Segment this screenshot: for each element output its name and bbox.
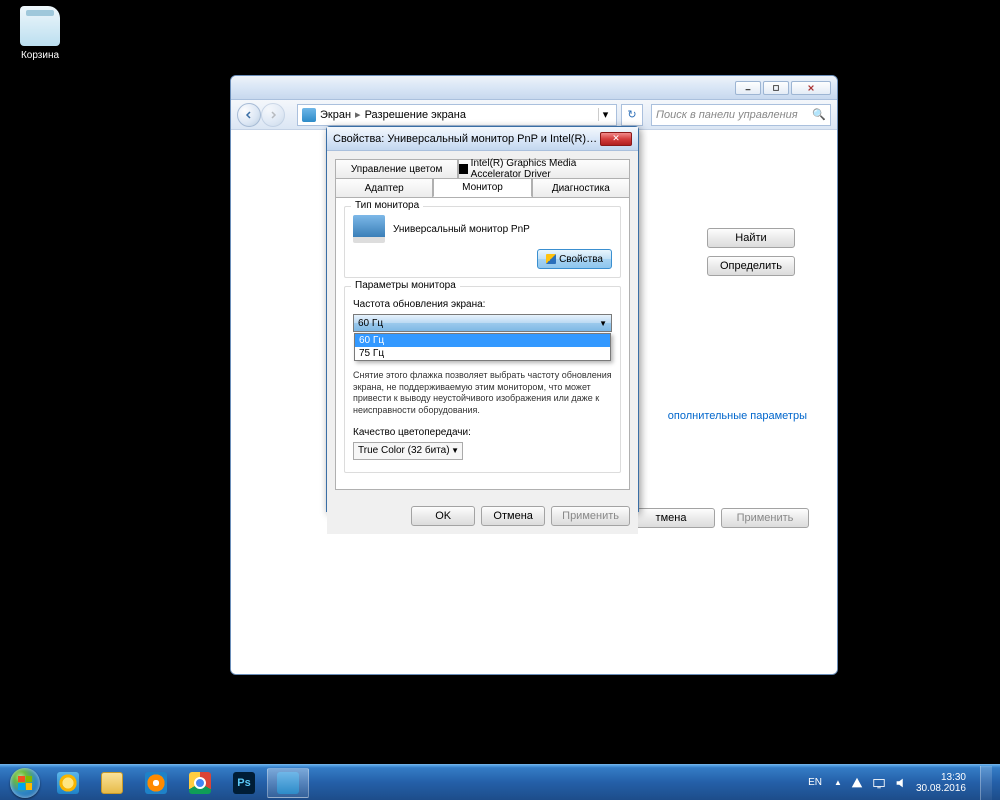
start-orb-icon — [10, 768, 40, 798]
identify-button[interactable]: Определить — [707, 256, 795, 276]
nav-back-button[interactable] — [237, 103, 261, 127]
minimize-button[interactable] — [735, 81, 761, 95]
search-placeholder: Поиск в панели управления — [656, 109, 798, 121]
intel-icon — [459, 164, 467, 174]
monitor-name: Универсальный монитор PnP — [393, 224, 530, 235]
dialog-cancel-button[interactable]: Отмена — [481, 506, 545, 526]
display-icon — [302, 108, 316, 122]
dialog-title: Свойства: Универсальный монитор PnP и In… — [333, 133, 600, 145]
color-quality-dropdown[interactable]: True Color (32 бита) — [353, 442, 463, 460]
outer-cancel-button[interactable]: тмена — [627, 508, 715, 528]
address-dropdown[interactable]: ▾ — [598, 108, 612, 121]
dialog-apply-button[interactable]: Применить — [551, 506, 630, 526]
search-input[interactable]: Поиск в панели управления 🔍 — [651, 104, 831, 126]
tab-color-management[interactable]: Управление цветом — [335, 159, 458, 178]
breadcrumb-separator: ▸ — [355, 108, 361, 121]
monitor-params-group: Параметры монитора Частота обновления эк… — [344, 286, 621, 473]
volume-icon[interactable] — [894, 776, 908, 790]
nav-forward-button[interactable] — [261, 103, 285, 127]
tab-content: Тип монитора Универсальный монитор PnP С… — [335, 197, 630, 490]
taskbar-wmp[interactable] — [135, 768, 177, 798]
folder-icon — [101, 772, 123, 794]
tab-diagnostics[interactable]: Диагностика — [532, 178, 630, 197]
color-quality-label: Качество цветопередачи: — [353, 427, 612, 438]
refresh-help-text: Снятие этого флажка позволяет выбрать ча… — [353, 370, 612, 417]
taskbar-chrome[interactable] — [179, 768, 221, 798]
start-button[interactable] — [4, 766, 46, 800]
system-tray: EN ▲ 13:30 30.08.2016 — [804, 766, 996, 800]
clock-date: 30.08.2016 — [916, 783, 966, 794]
taskbar-photoshop[interactable]: Ps — [223, 768, 265, 798]
tab-adapter[interactable]: Адаптер — [335, 178, 433, 197]
close-button[interactable] — [791, 81, 831, 95]
address-bar[interactable]: Экран ▸ Разрешение экрана ▾ — [297, 104, 617, 126]
refresh-rate-options: 60 Гц 75 Гц — [354, 333, 611, 361]
taskbar-explorer[interactable] — [91, 768, 133, 798]
maximize-button[interactable] — [763, 81, 789, 95]
refresh-rate-dropdown[interactable]: 60 Гц 60 Гц 75 Гц — [353, 314, 612, 332]
taskbar-ie[interactable] — [47, 768, 89, 798]
advanced-settings-link[interactable]: ополнительные параметры — [668, 410, 807, 422]
refresh-rate-label: Частота обновления экрана: — [353, 299, 612, 310]
dialog-button-row: OK Отмена Применить — [327, 498, 638, 534]
breadcrumb-2[interactable]: Разрешение экрана — [365, 109, 466, 121]
clock-time: 13:30 — [916, 772, 966, 783]
ie-icon — [57, 772, 79, 794]
dialog-close-button[interactable]: ✕ — [600, 132, 632, 146]
refresh-option-60[interactable]: 60 Гц — [355, 334, 610, 347]
language-indicator[interactable]: EN — [804, 775, 826, 790]
action-center-icon[interactable] — [850, 776, 864, 790]
wmp-icon — [145, 772, 167, 794]
monitor-properties-dialog: Свойства: Универсальный монитор PnP и In… — [326, 126, 639, 512]
clock[interactable]: 13:30 30.08.2016 — [916, 772, 966, 794]
tray-chevron-icon[interactable]: ▲ — [834, 778, 842, 787]
chrome-icon — [189, 772, 211, 794]
dialog-titlebar[interactable]: Свойства: Универсальный монитор PnP и In… — [327, 127, 638, 151]
refresh-option-75[interactable]: 75 Гц — [355, 347, 610, 360]
recycle-bin-icon — [20, 6, 60, 46]
search-icon: 🔍 — [812, 108, 826, 121]
monitor-icon — [353, 215, 385, 243]
network-icon[interactable] — [872, 776, 886, 790]
desktop-recycle-bin[interactable]: Корзина — [10, 6, 70, 61]
taskbar: Ps EN ▲ 13:30 30.08.2016 — [0, 764, 1000, 800]
monitor-type-group: Тип монитора Универсальный монитор PnP С… — [344, 206, 621, 278]
shield-icon — [546, 254, 556, 264]
recycle-bin-label: Корзина — [10, 50, 70, 61]
monitor-type-label: Тип монитора — [351, 200, 423, 211]
dialog-ok-button[interactable]: OK — [411, 506, 475, 526]
show-desktop-button[interactable] — [980, 766, 992, 800]
tab-intel-driver[interactable]: Intel(R) Graphics Media Accelerator Driv… — [458, 159, 630, 178]
refresh-button[interactable]: ↻ — [621, 104, 643, 126]
find-button[interactable]: Найти — [707, 228, 795, 248]
tab-monitor[interactable]: Монитор — [433, 178, 531, 197]
monitor-params-label: Параметры монитора — [351, 280, 460, 291]
display-settings-icon — [277, 772, 299, 794]
breadcrumb-1[interactable]: Экран — [320, 109, 351, 121]
refresh-rate-current: 60 Гц — [358, 318, 383, 329]
photoshop-icon: Ps — [233, 772, 255, 794]
titlebar — [231, 76, 837, 100]
monitor-properties-button[interactable]: Свойства — [537, 249, 612, 269]
outer-apply-button[interactable]: Применить — [721, 508, 809, 528]
taskbar-display-settings[interactable] — [267, 768, 309, 798]
